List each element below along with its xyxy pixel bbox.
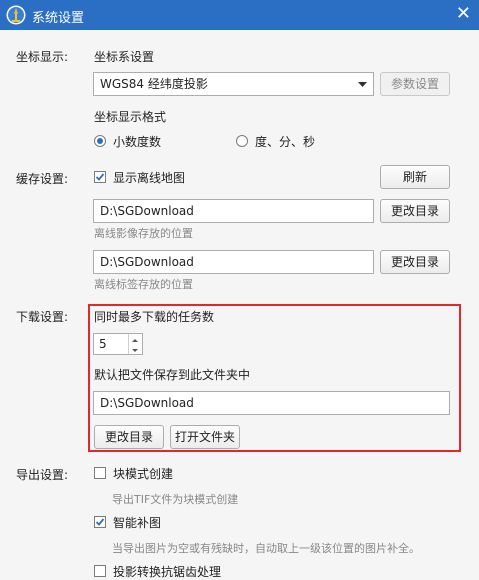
offline-map-label: 显示离线地图 (113, 171, 186, 185)
refresh-button[interactable]: 刷新 (380, 165, 450, 189)
open-folder-button[interactable]: 打开文件夹 (170, 425, 240, 449)
export-section-label: 导出设置: (16, 468, 69, 482)
block-mode-hint: 导出TIF文件为块模式创建 (112, 493, 239, 506)
image-path-input[interactable]: D:\SGDownload (93, 199, 374, 223)
spin-up-button[interactable] (128, 334, 142, 344)
smart-fill-hint: 当导出图片为空或有残缺时，自动取上一级该位置的图片补全。 (112, 542, 420, 555)
window-title: 系统设置 (32, 11, 85, 26)
label-path-input[interactable]: D:\SGDownload (93, 250, 374, 274)
decimal-degrees-label: 小数度数 (113, 135, 162, 149)
download-change-dir-button[interactable]: 更改目录 (94, 425, 164, 449)
image-change-dir-button[interactable]: 更改目录 (380, 199, 450, 223)
max-tasks-spinner[interactable]: 5 (93, 333, 143, 355)
offline-map-checkbox[interactable] (94, 171, 106, 183)
dms-radio[interactable] (236, 135, 248, 147)
check-icon (95, 518, 105, 526)
decimal-degrees-radio[interactable] (94, 135, 106, 147)
coordinate-system-label: 坐标系设置 (94, 50, 155, 64)
block-mode-checkbox[interactable] (94, 467, 106, 479)
max-tasks-value: 5 (99, 337, 107, 351)
block-mode-label: 块模式创建 (113, 467, 174, 481)
chevron-down-icon (358, 82, 367, 87)
check-icon (95, 173, 105, 181)
param-settings-button[interactable]: 参数设置 (380, 72, 450, 96)
download-folder-input[interactable]: D:\SGDownload (93, 391, 450, 415)
download-section-label: 下载设置: (16, 310, 69, 324)
tower-icon (6, 5, 26, 25)
coordinate-system-select[interactable]: WGS84 经纬度投影 (93, 72, 374, 96)
max-tasks-label: 同时最多下载的任务数 (94, 310, 215, 324)
dms-label: 度、分、秒 (255, 135, 316, 149)
coordinates-section-label: 坐标显示: (16, 50, 69, 64)
spin-down-button[interactable] (128, 344, 142, 354)
label-path-hint: 离线标签存放的位置 (94, 278, 193, 291)
image-path-hint: 离线影像存放的位置 (94, 227, 193, 240)
smart-fill-checkbox[interactable] (94, 516, 106, 528)
smart-fill-label: 智能补图 (113, 516, 162, 530)
antialias-checkbox[interactable] (94, 565, 106, 577)
antialias-label: 投影转换抗锯齿处理 (113, 565, 222, 579)
label-change-dir-button[interactable]: 更改目录 (380, 250, 450, 274)
coordinate-format-label: 坐标显示格式 (94, 110, 167, 124)
close-icon[interactable]: ✕ (456, 4, 471, 24)
cache-section-label: 缓存设置: (16, 172, 69, 186)
default-folder-label: 默认把文件保存到此文件夹中 (94, 368, 251, 382)
coordinate-system-value: WGS84 经纬度投影 (100, 77, 208, 91)
title-bar: 系统设置 ✕ (0, 0, 479, 30)
chevron-down-icon (132, 349, 138, 352)
